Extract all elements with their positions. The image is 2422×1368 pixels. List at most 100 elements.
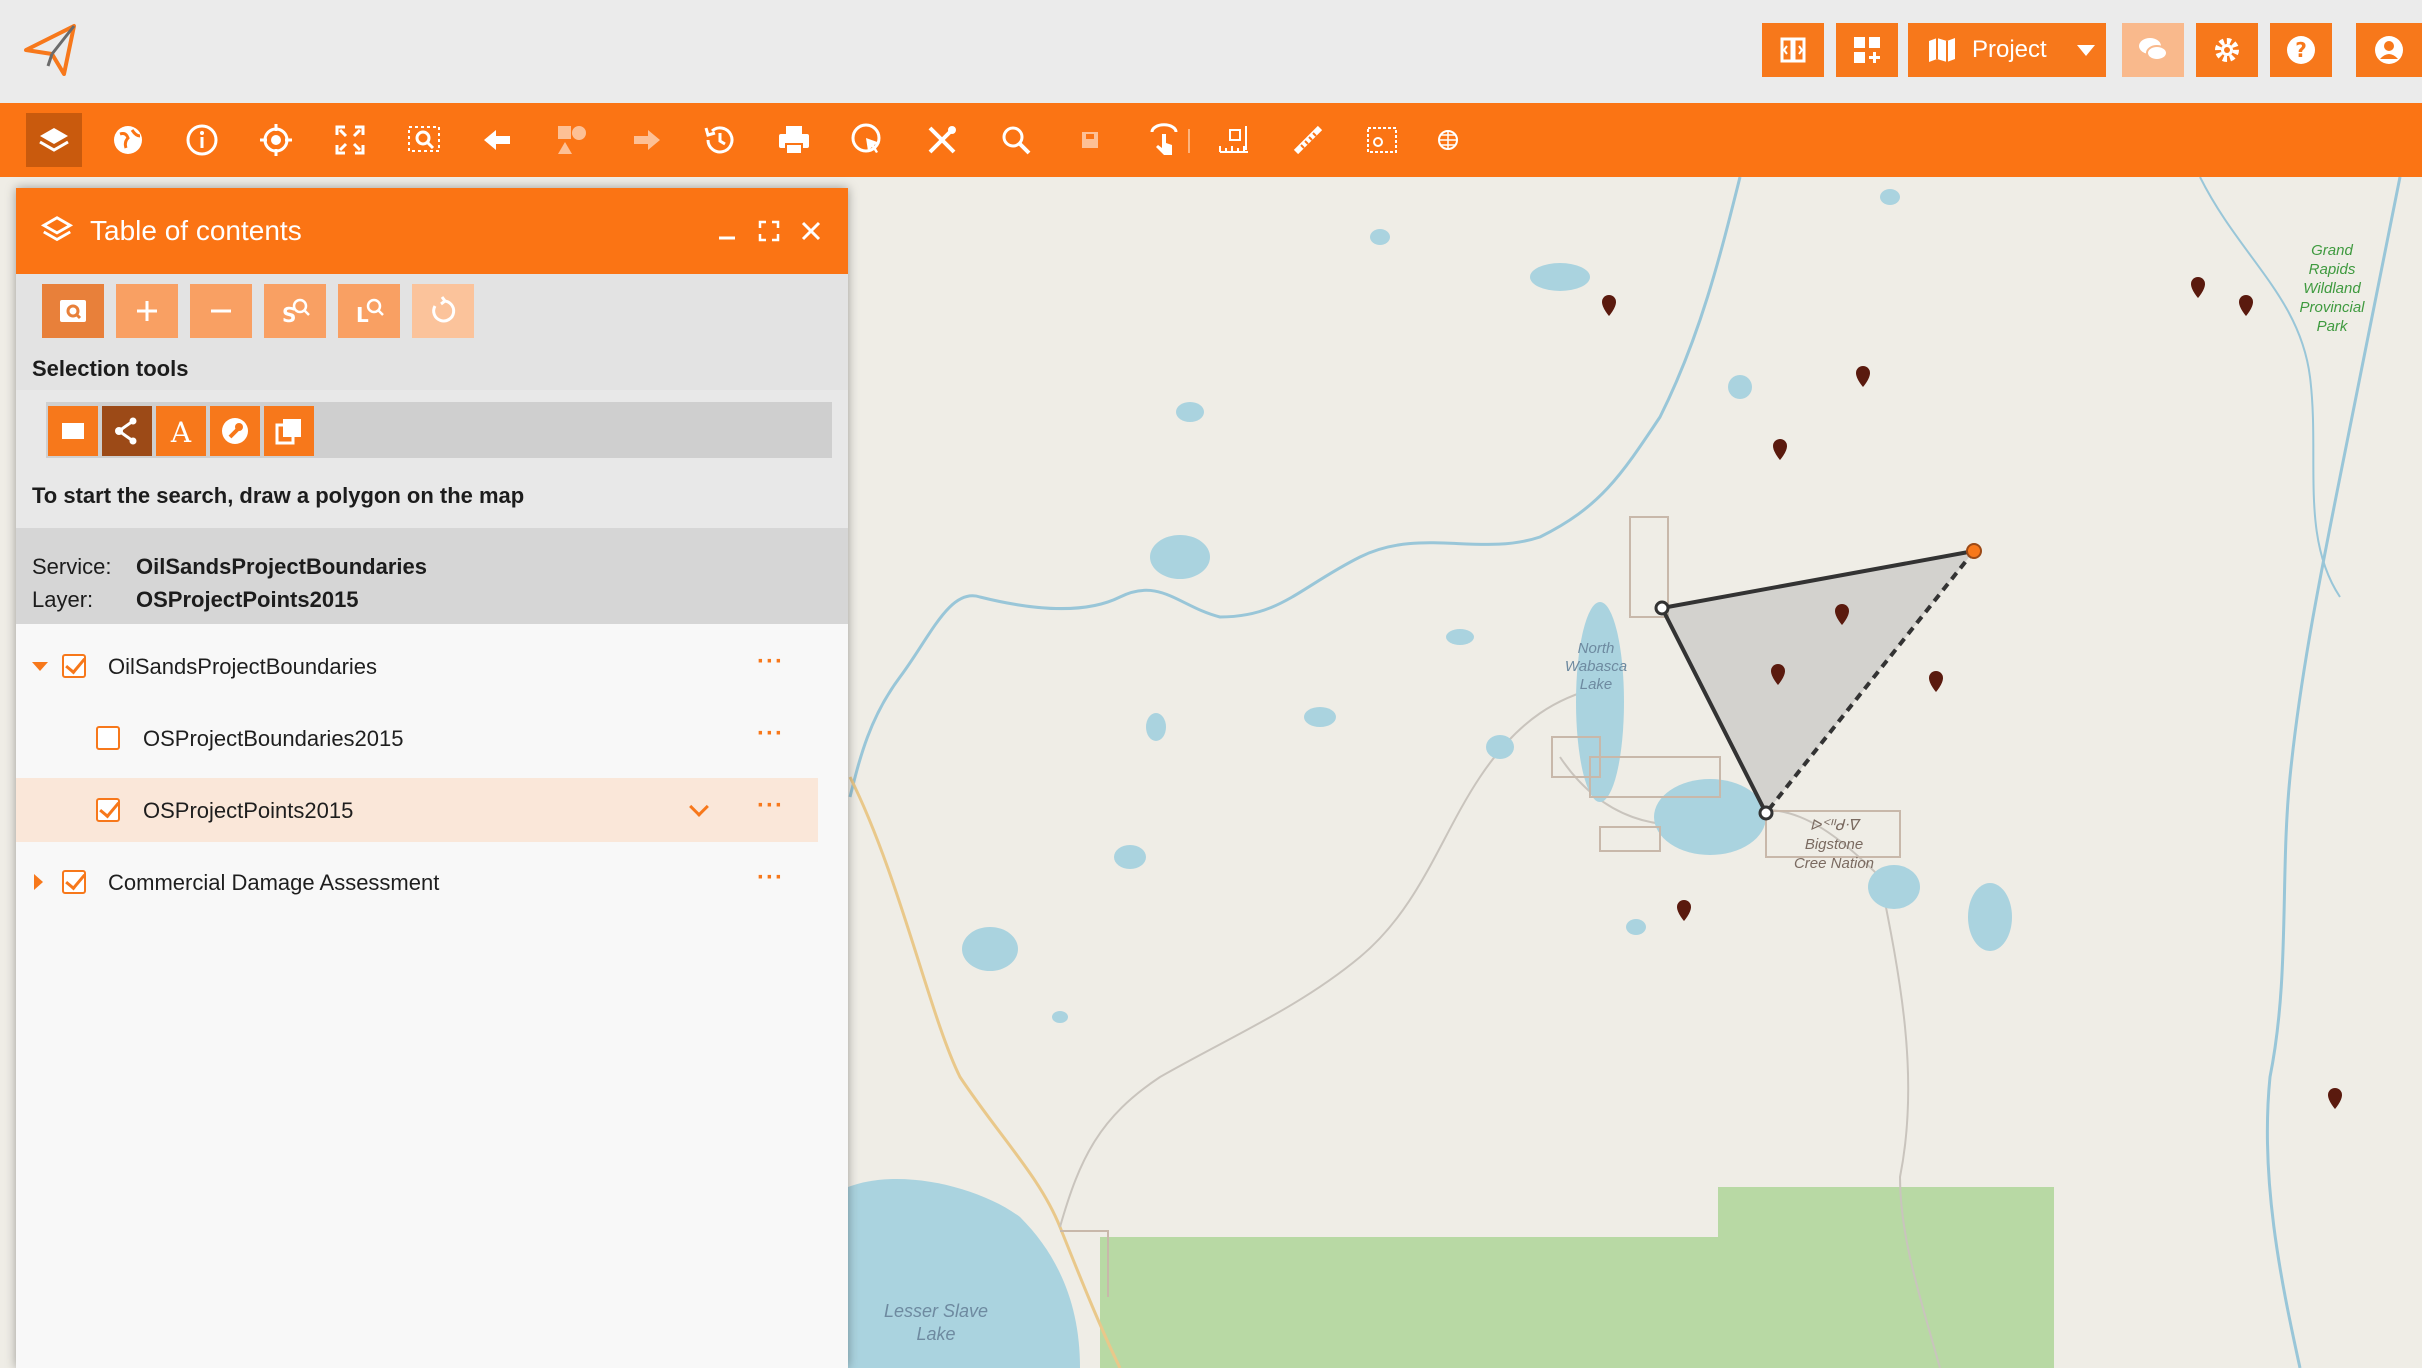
back-arrow-icon: [484, 130, 510, 150]
search-tool[interactable]: [988, 113, 1044, 167]
more-options-icon[interactable]: ···: [757, 648, 784, 676]
add-widget-icon: [1854, 37, 1880, 63]
close-icon[interactable]: [798, 218, 824, 244]
select-copy-button[interactable]: [264, 406, 314, 456]
map-label-line: Provincial: [2299, 299, 2365, 316]
settings-button[interactable]: [2196, 23, 2258, 77]
next-extent-tool[interactable]: [618, 113, 674, 167]
map-marker-icon[interactable]: [1773, 439, 1787, 460]
measure-ruler-tool[interactable]: [1206, 113, 1262, 167]
fullscreen-tool[interactable]: [322, 113, 378, 167]
project-label: Project: [1972, 36, 2047, 63]
search-layer-button[interactable]: L: [338, 284, 400, 338]
locate-tool[interactable]: [248, 113, 304, 167]
user-icon: [2375, 36, 2403, 64]
history-tool[interactable]: [692, 113, 748, 167]
map-marker-icon[interactable]: [1856, 366, 1870, 387]
top-bar: Project ?: [0, 0, 2422, 103]
select-tool[interactable]: [840, 113, 896, 167]
map-marker-icon[interactable]: [2191, 277, 2205, 298]
tree-item-oilsands[interactable]: OilSandsProjectBoundaries ···: [16, 634, 818, 698]
polygon-vertex[interactable]: [1758, 805, 1774, 821]
touch-tool[interactable]: [1136, 113, 1192, 167]
layer-checkbox[interactable]: [96, 726, 120, 750]
selection-tools: A: [16, 390, 848, 464]
tools-tool[interactable]: [914, 113, 970, 167]
selection-tools-label: Selection tools: [32, 356, 189, 381]
search-service-button[interactable]: S: [264, 284, 326, 338]
shapes-tool[interactable]: [544, 113, 600, 167]
more-options-icon[interactable]: ···: [757, 792, 784, 820]
chevron-down-icon[interactable]: [32, 662, 48, 671]
zoom-select-tool[interactable]: [396, 113, 452, 167]
previous-extent-tool[interactable]: [470, 113, 526, 167]
select-polygon-button[interactable]: [102, 406, 152, 456]
split-view-button[interactable]: [1762, 23, 1824, 77]
more-options-icon[interactable]: ···: [757, 720, 784, 748]
measure-line-icon: [1293, 125, 1323, 155]
map-label-line: Grand: [2311, 242, 2353, 259]
print-tool[interactable]: [766, 113, 822, 167]
tools-icon: [928, 126, 956, 154]
layer-search-icon: L: [356, 298, 384, 327]
project-dropdown[interactable]: Project: [1908, 23, 2106, 77]
image-search-icon: [60, 300, 86, 322]
tree-item-points-2015[interactable]: OSProjectPoints2015 ···: [16, 778, 818, 842]
map-icon: [1929, 38, 1955, 62]
map-marker-icon[interactable]: [1677, 900, 1691, 921]
layer-checkbox[interactable]: [62, 870, 86, 894]
service-search-icon: S: [282, 298, 310, 327]
lake: [1114, 845, 1146, 869]
measure-line-tool[interactable]: [1280, 113, 1336, 167]
reset-button[interactable]: [412, 284, 474, 338]
globe-grid-tool[interactable]: [1420, 113, 1476, 167]
toolbar-separator: [1188, 129, 1190, 153]
info-tool[interactable]: [174, 113, 230, 167]
maximize-icon[interactable]: [756, 218, 782, 244]
tree-item-boundaries-2015[interactable]: OSProjectBoundaries2015 ···: [16, 706, 818, 770]
add-widget-button[interactable]: [1836, 23, 1898, 77]
tree-item-commercial-damage[interactable]: Commercial Damage Assessment ···: [16, 850, 818, 914]
chevron-down-icon[interactable]: [689, 797, 709, 817]
measure-area-icon: [1367, 127, 1397, 153]
layers-tool[interactable]: [26, 113, 82, 167]
help-button[interactable]: ?: [2270, 23, 2332, 77]
locate-icon: [260, 124, 292, 156]
map-marker-icon[interactable]: [1602, 295, 1616, 316]
chevron-down-icon: [2076, 44, 2095, 56]
basemap-tool[interactable]: [100, 113, 156, 167]
layer-checkbox[interactable]: [62, 654, 86, 678]
map-marker-icon[interactable]: [2328, 1088, 2342, 1109]
chevron-right-icon[interactable]: [34, 874, 43, 890]
layer-checkbox[interactable]: [96, 798, 120, 822]
lake: [1176, 402, 1204, 422]
select-rectangle-button[interactable]: [48, 406, 98, 456]
minimize-icon[interactable]: [714, 218, 740, 244]
split-view-icon: [1780, 37, 1806, 63]
polygon-vertex[interactable]: [1654, 600, 1670, 616]
collapse-all-button[interactable]: [190, 284, 252, 338]
measure-area-tool[interactable]: [1354, 113, 1410, 167]
user-button[interactable]: [2356, 23, 2422, 77]
select-text-button[interactable]: A: [156, 406, 206, 456]
lesser-slave-lake: [848, 1178, 1080, 1368]
more-options-icon[interactable]: ···: [757, 864, 784, 892]
river: [2265, 177, 2402, 1368]
selection-polygon[interactable]: [1662, 551, 1974, 813]
globe-icon: [114, 126, 142, 154]
map-marker-icon[interactable]: [1929, 671, 1943, 692]
expand-all-button[interactable]: [116, 284, 178, 338]
polygon-vertex-active[interactable]: [1966, 543, 1982, 559]
save-tool[interactable]: [1062, 113, 1118, 167]
history-icon: [704, 126, 734, 154]
map-marker-icon[interactable]: [2239, 295, 2253, 316]
paper-plane-logo-icon[interactable]: [22, 22, 78, 78]
select-tool-button[interactable]: [210, 406, 260, 456]
chat-button[interactable]: [2122, 23, 2184, 77]
map-label-line: Wabasca: [1565, 658, 1627, 675]
touch-icon: [1150, 123, 1178, 155]
wrench-icon: [222, 418, 248, 444]
map-label-line: Lesser Slave: [884, 1301, 988, 1321]
selection-tools-strip: A: [46, 402, 832, 458]
zoom-to-layer-button[interactable]: [42, 284, 104, 338]
